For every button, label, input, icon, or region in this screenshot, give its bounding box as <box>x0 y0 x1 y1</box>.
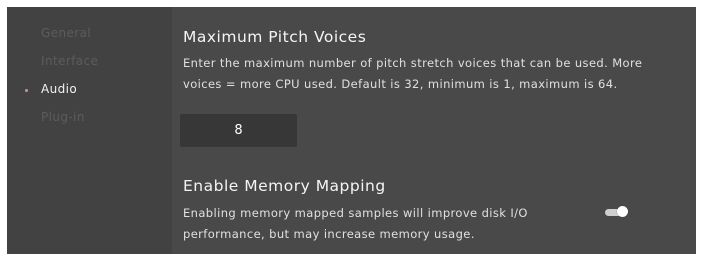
sidebar-item-audio[interactable]: Audio <box>41 82 77 96</box>
memory-mapping-title: Enable Memory Mapping <box>183 177 386 195</box>
sidebar-item-plugin[interactable]: Plug-in <box>41 110 85 124</box>
pitch-voices-title: Maximum Pitch Voices <box>183 28 367 46</box>
pitch-voices-input[interactable]: 8 <box>180 114 297 147</box>
toggle-knob <box>617 206 628 217</box>
memory-mapping-toggle[interactable] <box>605 206 629 218</box>
active-indicator-dot <box>25 89 28 92</box>
sidebar-item-interface[interactable]: Interface <box>41 54 98 68</box>
preferences-panel: General Interface Audio Plug-in Maximum … <box>7 7 696 254</box>
preferences-sidebar: General Interface Audio Plug-in <box>7 7 172 254</box>
pitch-voices-description: Enter the maximum number of pitch stretc… <box>183 56 643 91</box>
memory-mapping-description: Enabling memory mapped samples will impr… <box>183 206 528 241</box>
sidebar-item-general[interactable]: General <box>41 26 91 40</box>
